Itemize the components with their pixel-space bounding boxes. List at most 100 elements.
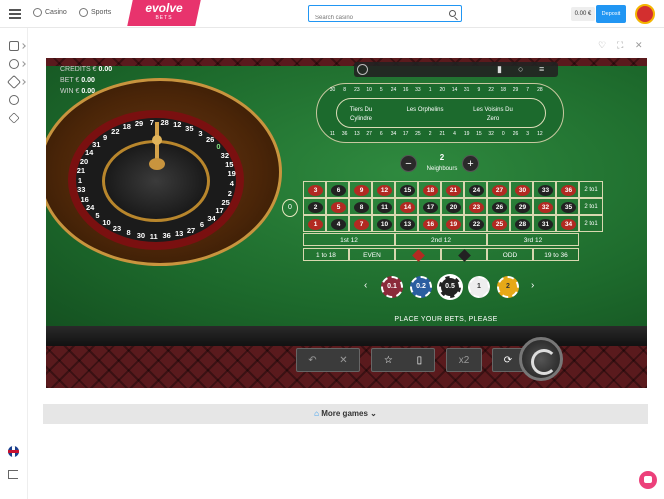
- rocket-icon[interactable]: [6, 74, 22, 90]
- racetrack-number[interactable]: 8: [340, 86, 349, 95]
- racetrack-section-voisins[interactable]: Les Voisins Du Zero: [470, 106, 516, 124]
- logout-icon[interactable]: [8, 470, 18, 479]
- bet-cell-10[interactable]: 10: [372, 215, 395, 232]
- racetrack-number[interactable]: 29: [511, 86, 520, 95]
- bet-cell-19[interactable]: 19: [441, 215, 464, 232]
- racetrack-number[interactable]: 17: [401, 130, 410, 139]
- bet-cell-30[interactable]: 30: [510, 181, 533, 198]
- bet-cell-26[interactable]: 26: [487, 198, 510, 215]
- racetrack-number[interactable]: 20: [438, 86, 447, 95]
- racetrack-number[interactable]: 9: [474, 86, 483, 95]
- double-button[interactable]: x2: [446, 348, 482, 372]
- racetrack-number[interactable]: 30: [328, 86, 337, 95]
- racetrack-number[interactable]: 1: [426, 86, 435, 95]
- chevron-left-icon[interactable]: ‹: [364, 280, 367, 291]
- star-icon[interactable]: ☆: [384, 355, 393, 366]
- casino-chip-icon[interactable]: [9, 41, 19, 51]
- chip-0.5[interactable]: 0.5: [439, 276, 461, 298]
- racetrack-number[interactable]: 23: [352, 86, 361, 95]
- spin-button[interactable]: [519, 337, 563, 381]
- racetrack-number[interactable]: 25: [413, 130, 422, 139]
- bet-cell-23[interactable]: 23: [464, 198, 487, 215]
- deposit-button[interactable]: Deposit: [596, 5, 626, 23]
- neighbours-plus-button[interactable]: +: [462, 155, 479, 172]
- racetrack-number[interactable]: 33: [413, 86, 422, 95]
- bet-cell-27[interactable]: 27: [487, 181, 510, 198]
- column-bet[interactable]: 2 to1: [579, 215, 603, 232]
- chat-icon[interactable]: [639, 471, 657, 489]
- clear-icon[interactable]: ✕: [339, 355, 347, 366]
- bet-cell-17[interactable]: 17: [418, 198, 441, 215]
- racetrack-number[interactable]: 2: [426, 130, 435, 139]
- racetrack-number[interactable]: 3: [523, 130, 532, 139]
- racetrack-number[interactable]: 22: [487, 86, 496, 95]
- close-icon[interactable]: ✕: [635, 40, 643, 51]
- racetrack-number[interactable]: 12: [535, 130, 544, 139]
- stats-icon[interactable]: ▮: [497, 64, 502, 75]
- racetrack-number[interactable]: 34: [389, 130, 398, 139]
- chip-0.2[interactable]: 0.2: [410, 276, 432, 298]
- bet-cell-12[interactable]: 12: [372, 181, 395, 198]
- avatar[interactable]: [635, 4, 655, 24]
- bet-cell-35[interactable]: 35: [556, 198, 579, 215]
- racetrack-number[interactable]: 16: [401, 86, 410, 95]
- bet-cell-14[interactable]: 14: [395, 198, 418, 215]
- undo-icon[interactable]: ↶: [308, 355, 316, 366]
- bet-cell-20[interactable]: 20: [441, 198, 464, 215]
- racetrack-number[interactable]: 5: [377, 86, 386, 95]
- bet-cell-29[interactable]: 29: [510, 198, 533, 215]
- racetrack-number[interactable]: 10: [365, 86, 374, 95]
- racetrack-number[interactable]: 19: [462, 130, 471, 139]
- racetrack-number[interactable]: 32: [487, 130, 496, 139]
- chevron-right-icon[interactable]: ›: [531, 280, 534, 291]
- bet-cell-22[interactable]: 22: [464, 215, 487, 232]
- racetrack-number[interactable]: 26: [511, 130, 520, 139]
- favorite-icon[interactable]: ♡: [598, 40, 606, 51]
- bet-cell-16[interactable]: 16: [418, 215, 441, 232]
- bet-cell-31[interactable]: 31: [533, 215, 556, 232]
- racetrack-number[interactable]: 36: [340, 130, 349, 139]
- search-box[interactable]: [308, 5, 462, 22]
- chip-1[interactable]: 1: [468, 276, 490, 298]
- racetrack-number[interactable]: 14: [450, 86, 459, 95]
- racetrack-number[interactable]: 4: [450, 130, 459, 139]
- bet-cell-6[interactable]: 6: [326, 181, 349, 198]
- more-games-bar[interactable]: ⌂ More games ⌄: [43, 404, 648, 424]
- even-money-bet[interactable]: EVEN: [349, 248, 395, 261]
- bet-cell-5[interactable]: 5: [326, 198, 349, 215]
- racetrack-number[interactable]: 28: [535, 86, 544, 95]
- racetrack-number[interactable]: 0: [499, 130, 508, 139]
- bet-cell-9[interactable]: 9: [349, 181, 372, 198]
- even-money-bet[interactable]: 19 to 36: [533, 248, 579, 261]
- bet-cell-2[interactable]: 2: [303, 198, 326, 215]
- racetrack-number[interactable]: 13: [352, 130, 361, 139]
- uk-flag-icon[interactable]: [8, 446, 19, 457]
- nav-casino[interactable]: Casino: [33, 8, 67, 17]
- lightbulb-icon[interactable]: ○: [518, 64, 523, 74]
- bet-cell-24[interactable]: 24: [464, 181, 487, 198]
- even-money-bet[interactable]: [395, 248, 441, 262]
- bet-cell-18[interactable]: 18: [418, 181, 441, 198]
- dozen-bet[interactable]: 2nd 12: [395, 233, 487, 246]
- nav-sports[interactable]: Sports: [79, 8, 111, 17]
- racetrack-number[interactable]: 21: [438, 130, 447, 139]
- even-money-bet[interactable]: 1 to 18: [303, 248, 349, 261]
- bet-cell-1[interactable]: 1: [303, 215, 326, 232]
- racetrack-section-orphelins[interactable]: Les Orphelins: [402, 106, 448, 115]
- bet-cell-15[interactable]: 15: [395, 181, 418, 198]
- bet-cell-13[interactable]: 13: [395, 215, 418, 232]
- even-money-bet[interactable]: [441, 248, 487, 262]
- diamond-icon[interactable]: [8, 112, 20, 124]
- racetrack-number[interactable]: 15: [474, 130, 483, 139]
- fullscreen-icon[interactable]: ⛶: [617, 40, 623, 51]
- bet-cell-3[interactable]: 3: [303, 181, 326, 198]
- racetrack-number[interactable]: 27: [365, 130, 374, 139]
- bet-cell-34[interactable]: 34: [556, 215, 579, 232]
- racetrack-section-tiers[interactable]: Tiers Du Cylindre: [338, 106, 384, 124]
- bet-cell-zero[interactable]: 0: [282, 199, 298, 217]
- bet-cell-11[interactable]: 11: [372, 198, 395, 215]
- bet-cell-28[interactable]: 28: [510, 215, 533, 232]
- neighbours-minus-button[interactable]: −: [400, 155, 417, 172]
- racetrack-number[interactable]: 6: [377, 130, 386, 139]
- menu-lines-icon[interactable]: ≡: [539, 64, 544, 74]
